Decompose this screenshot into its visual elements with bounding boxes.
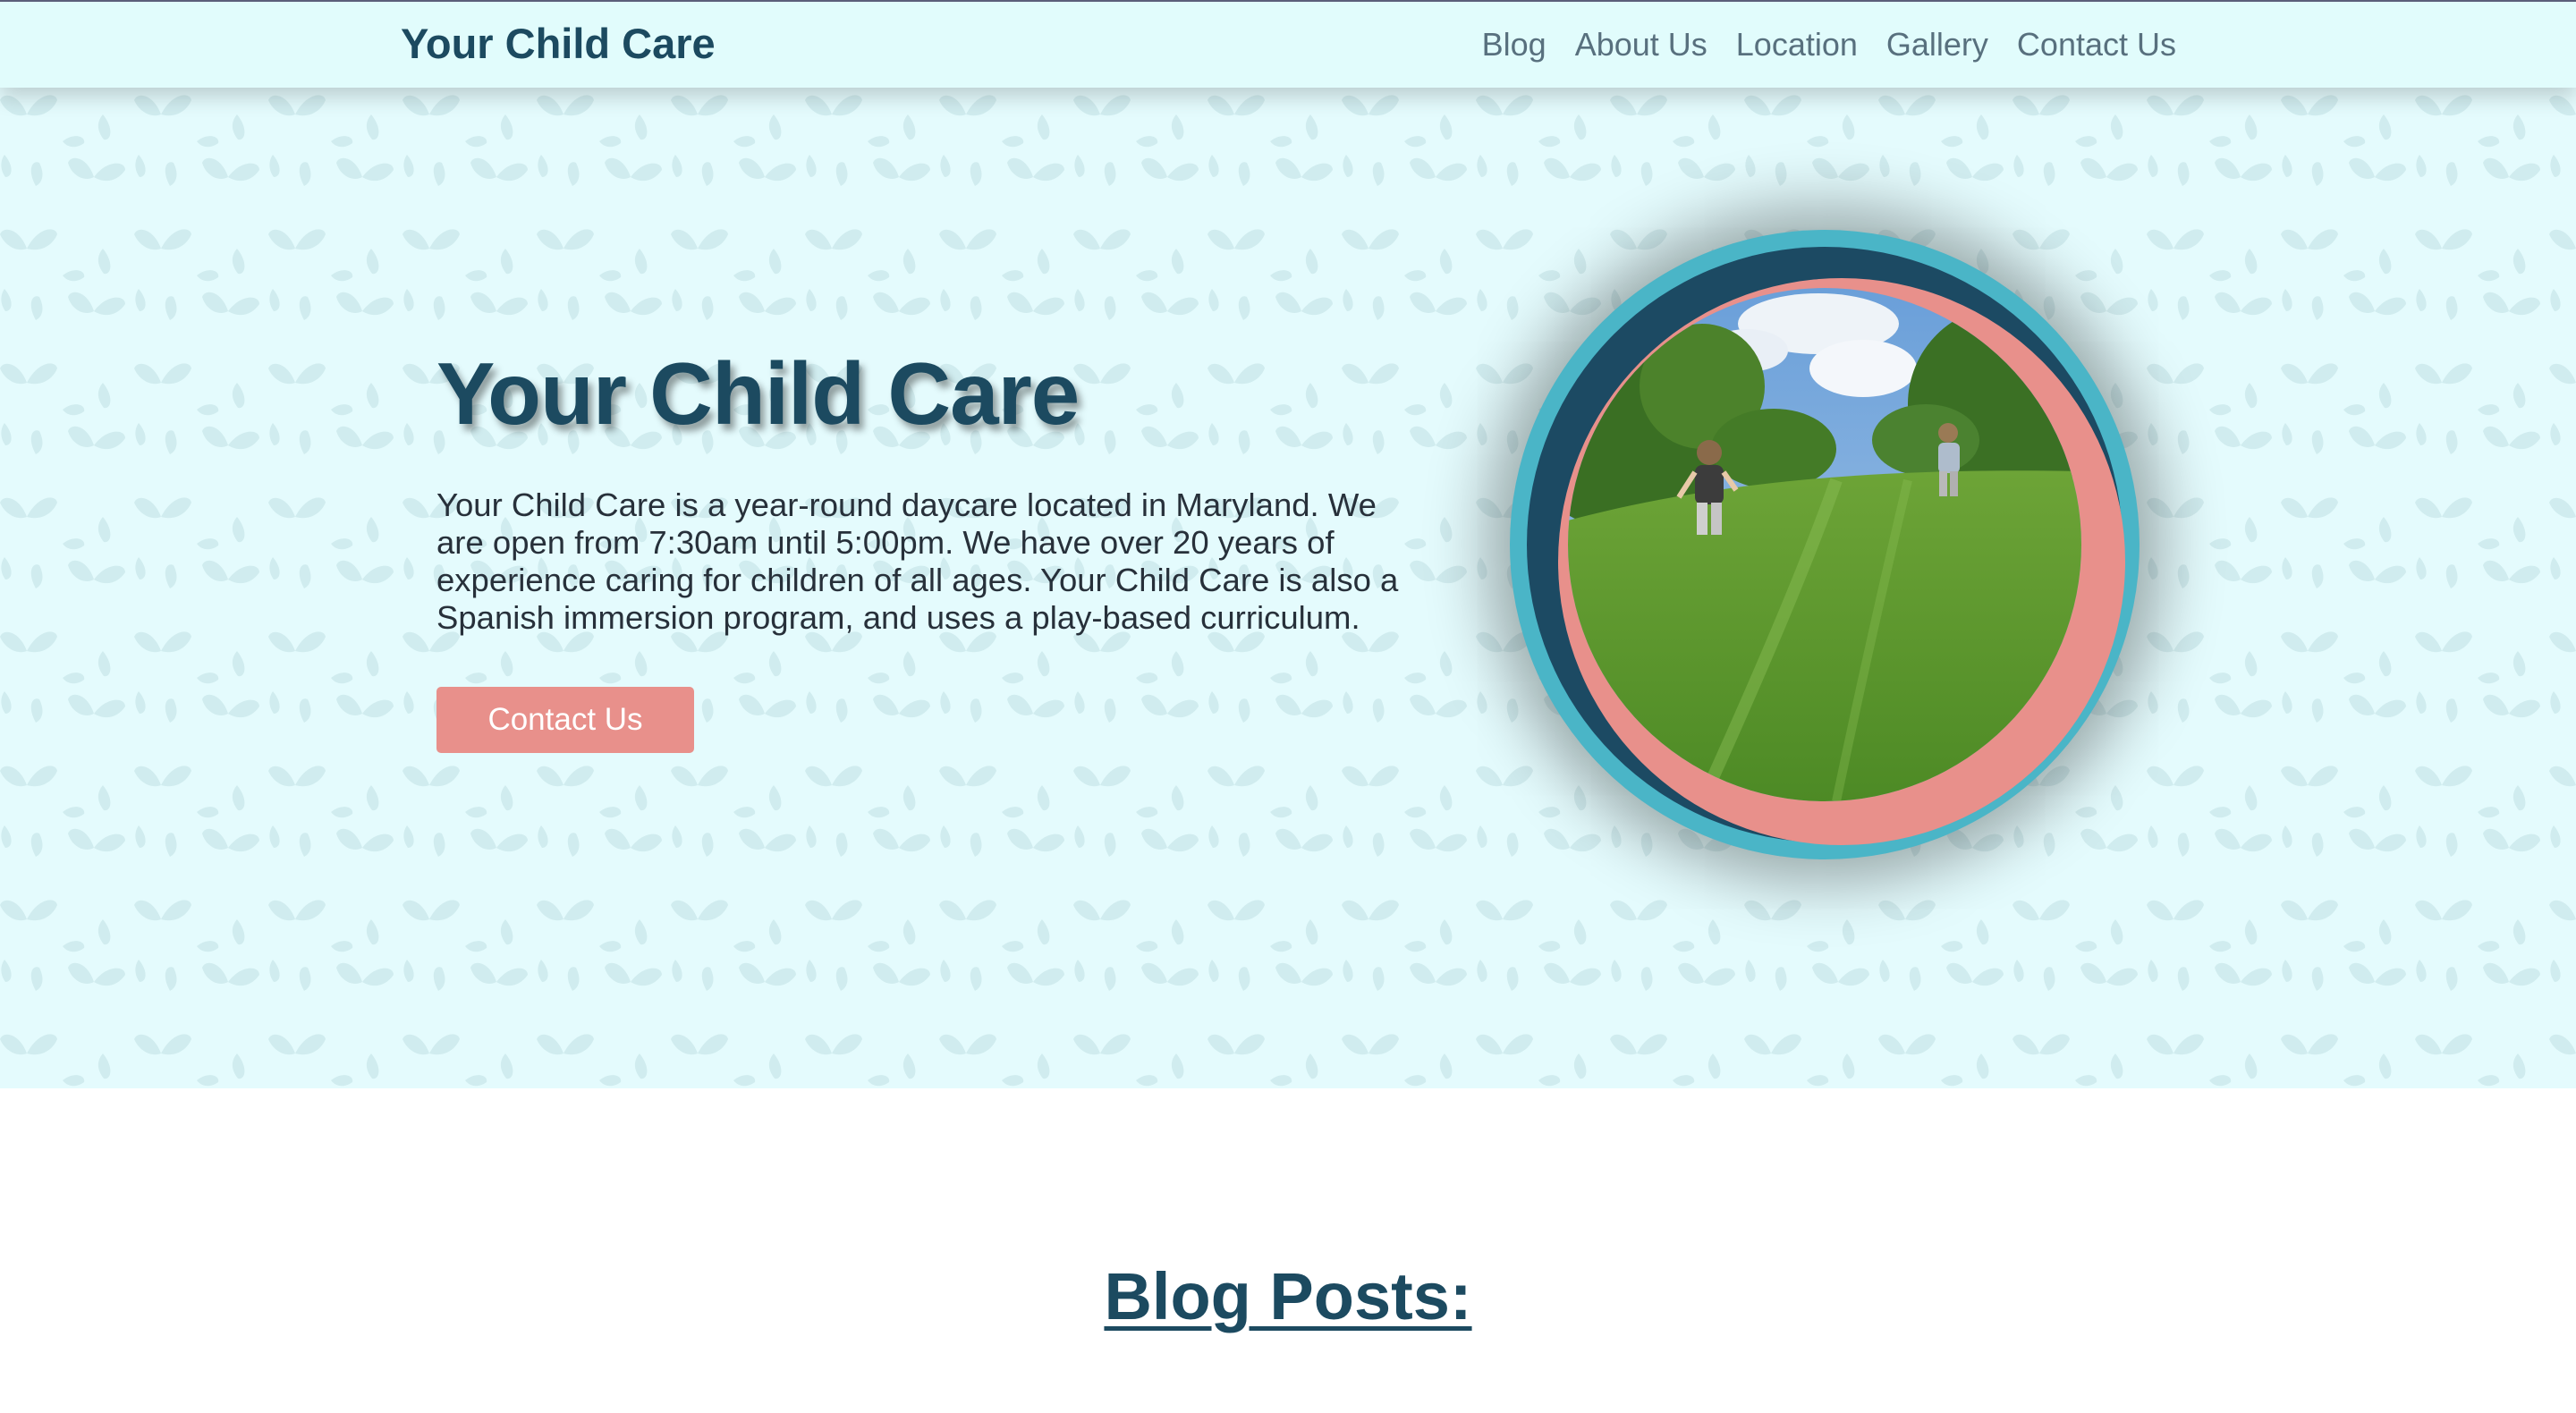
contact-us-button[interactable]: Contact Us (436, 687, 694, 753)
hero-section: Your Child Care Your Child Care is a yea… (0, 88, 2576, 1088)
children-running-on-grass-photo (1568, 288, 2081, 801)
nav-links: Blog About Us Location Gallery Contact U… (1482, 21, 2176, 68)
hero-photo (1568, 288, 2081, 801)
blog-posts-heading: Blog Posts: (1104, 1259, 1472, 1333)
nav-link-blog[interactable]: Blog (1482, 21, 1546, 68)
brand-logo-link[interactable]: Your Child Care (401, 18, 716, 70)
navbar: Your Child Care Blog About Us Location G… (0, 0, 2576, 88)
hero-title: Your Child Care (436, 344, 1080, 443)
nav-link-about-us[interactable]: About Us (1575, 21, 1707, 68)
hero-photo-frame (1510, 230, 2140, 859)
hero-description: Your Child Care is a year-round daycare … (436, 487, 1399, 636)
nav-link-location[interactable]: Location (1736, 21, 1858, 68)
nav-link-gallery[interactable]: Gallery (1886, 21, 1988, 68)
nav-link-contact-us[interactable]: Contact Us (2017, 21, 2176, 68)
